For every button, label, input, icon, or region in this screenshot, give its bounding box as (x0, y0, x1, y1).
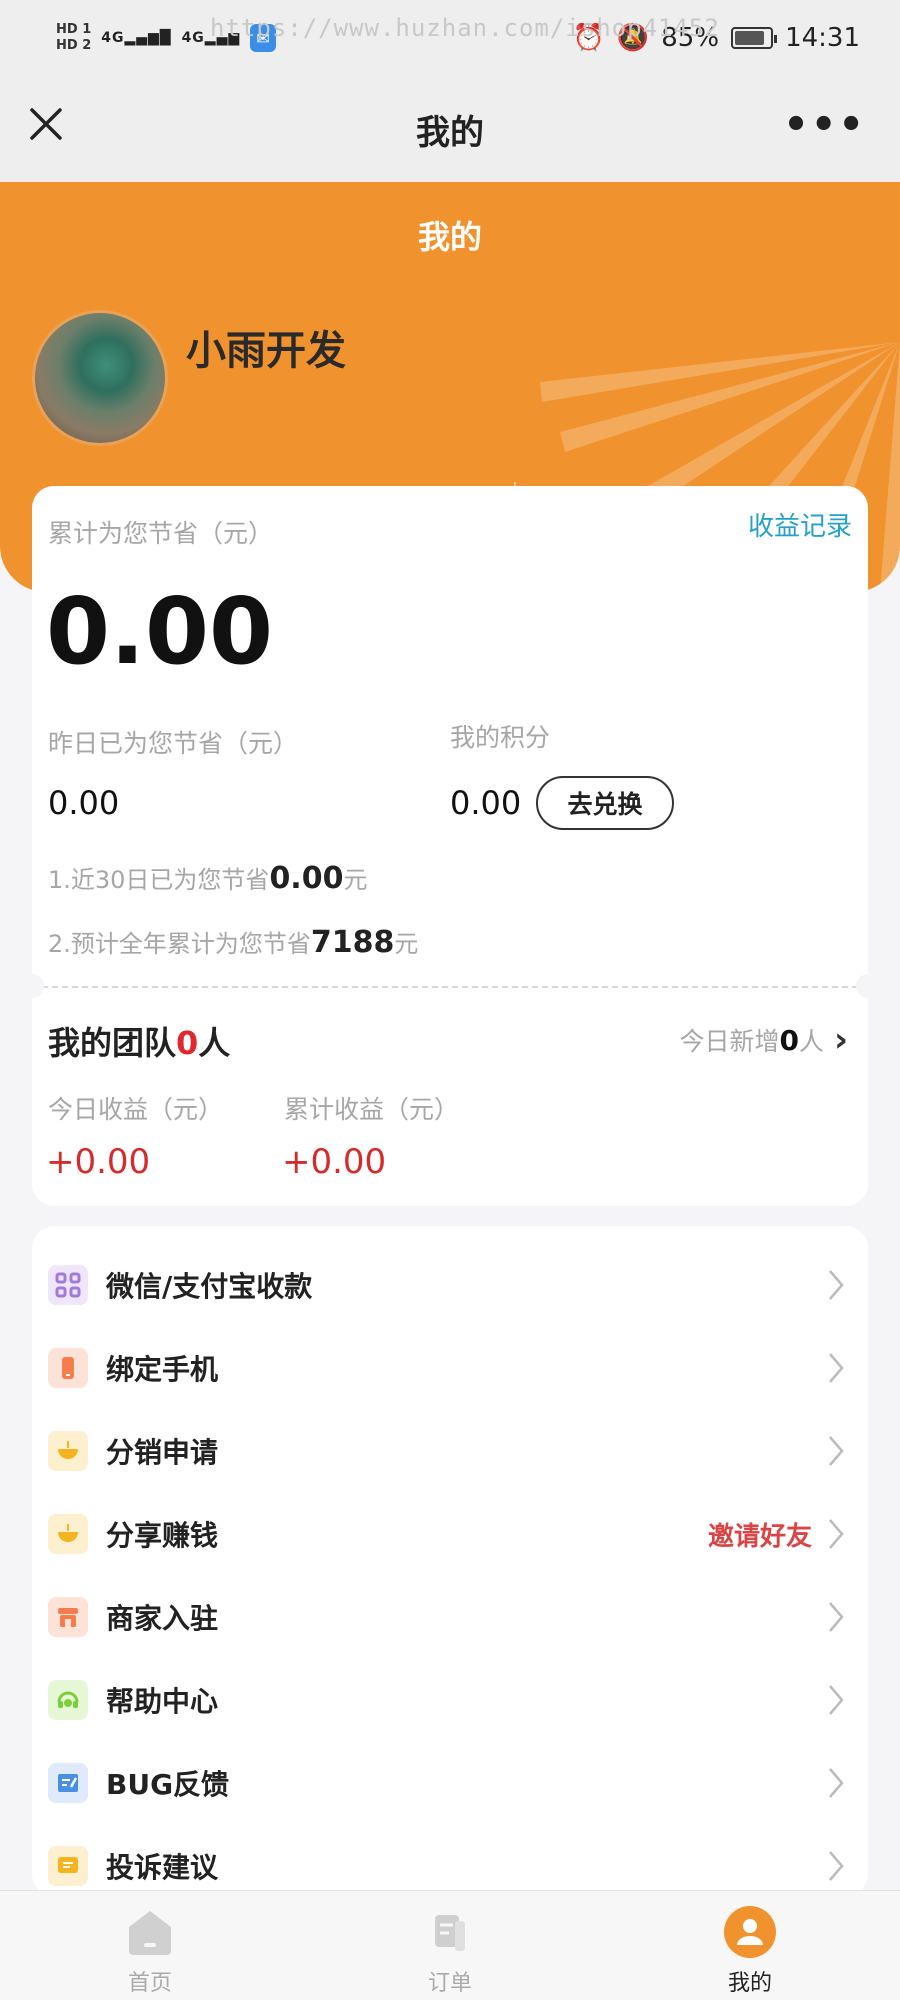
shop-icon (48, 1597, 88, 1637)
menu-item-distribution-apply[interactable]: 分销申请 (32, 1410, 868, 1492)
card-notch-left (20, 974, 44, 998)
clock: 14:31 (785, 23, 860, 53)
page-header: 我的 ••• (0, 76, 900, 182)
chevron-right-icon: › (833, 1020, 848, 1060)
orders-icon (435, 1915, 465, 1951)
hd1-indicator: HD 1 (56, 22, 92, 37)
tab-orders[interactable]: 订单 (350, 1891, 550, 2000)
tab-label: 首页 (127, 1971, 172, 1996)
username: 小雨开发 (186, 328, 346, 374)
new-today-link[interactable]: 今日新增0人 › (679, 1020, 848, 1060)
hd-indicators: HD 1 HD 2 (56, 22, 91, 54)
menu-label: BUG反馈 (106, 1768, 230, 1801)
today-income-label: 今日收益（元） (48, 1095, 224, 1124)
points-value: 0.00 (450, 784, 522, 822)
more-options-icon[interactable]: ••• (783, 102, 866, 148)
tab-label: 订单 (427, 1971, 472, 1996)
menu-item-bug-feedback[interactable]: BUG反馈 (32, 1742, 868, 1824)
hd2-indicator: HD 2 (56, 38, 92, 53)
close-icon[interactable] (26, 104, 66, 144)
user-icon (724, 1906, 776, 1958)
earnings-records-link[interactable]: 收益记录 (748, 506, 852, 543)
invite-friends-label: 邀请好友 (707, 1521, 812, 1552)
chevron-right-icon (829, 1270, 844, 1300)
savings-note-yearly: 2.预计全年累计为您节省7188元 (48, 925, 419, 960)
card-divider (32, 986, 868, 988)
bottom-tab-bar: 首页 订单 我的 (0, 1890, 900, 2000)
chevron-right-icon (829, 1768, 844, 1798)
points-label: 我的积分 (450, 723, 551, 752)
edit-icon (48, 1763, 88, 1803)
menu-label: 微信/支付宝收款 (106, 1270, 313, 1303)
my-team-title: 我的团队0人 (48, 1024, 231, 1062)
status-bar: HD 1 HD 2 4G▂▄▆█ 4G▂▄▆ ✉ https://www.huz… (0, 0, 900, 76)
menu-item-payment-collection[interactable]: 微信/支付宝收款 (32, 1244, 868, 1326)
team-count: 0 (176, 1024, 199, 1062)
menu-label: 帮助中心 (106, 1685, 219, 1718)
menu-item-share-earn[interactable]: 分享赚钱 邀请好友 (32, 1493, 868, 1575)
tab-mine[interactable]: 我的 (650, 1891, 850, 2000)
total-income-value: +0.00 (282, 1142, 387, 1182)
tab-home[interactable]: 首页 (50, 1891, 250, 2000)
savings-card: 累计为您节省（元） 收益记录 0.00 昨日已为您节省（元） 0.00 我的积分… (20, 486, 880, 1206)
chevron-right-icon (829, 1436, 844, 1466)
tab-label: 我的 (727, 1971, 772, 1996)
bowl-icon (48, 1514, 88, 1554)
page-title: 我的 (416, 112, 484, 153)
battery-icon (731, 27, 778, 49)
chevron-right-icon (829, 1851, 844, 1881)
savings-note-30-days: 1.近30日已为您节省0.00元 (48, 861, 368, 896)
yesterday-savings-value: 0.00 (48, 784, 120, 822)
menu-item-merchant-join[interactable]: 商家入驻 (32, 1576, 868, 1658)
menu-label: 分销申请 (106, 1436, 219, 1469)
total-income-label: 累计收益（元） (284, 1095, 460, 1124)
total-savings-value: 0.00 (46, 578, 273, 685)
signal-1-icon: 4G▂▄▆█ (101, 30, 172, 46)
chevron-right-icon (829, 1602, 844, 1632)
menu-label: 投诉建议 (106, 1851, 219, 1884)
menu-label: 绑定手机 (106, 1353, 219, 1386)
qr-code-icon (48, 1265, 88, 1305)
chevron-right-icon (829, 1519, 844, 1549)
home-icon (129, 1911, 171, 1955)
yesterday-savings-label: 昨日已为您节省（元） (48, 729, 299, 758)
menu-item-help-center[interactable]: 帮助中心 (32, 1659, 868, 1741)
message-icon (48, 1846, 88, 1886)
avatar[interactable] (32, 310, 168, 446)
phone-icon (48, 1348, 88, 1388)
chevron-right-icon (829, 1685, 844, 1715)
menu-item-bind-phone[interactable]: 绑定手机 (32, 1327, 868, 1409)
menu-card: 微信/支付宝收款 绑定手机 分销申请 分享赚钱 邀请好友 商家入驻 帮助中心 B… (32, 1226, 868, 1896)
menu-label: 分享赚钱 (106, 1519, 219, 1552)
banner-title: 我的 (417, 218, 482, 256)
total-savings-label: 累计为您节省（元） (48, 519, 274, 548)
card-notch-right (856, 974, 880, 998)
exchange-button[interactable]: 去兑换 (536, 776, 674, 830)
menu-label: 商家入驻 (106, 1602, 219, 1635)
chevron-right-icon (829, 1353, 844, 1383)
headset-icon (48, 1680, 88, 1720)
bowl-icon (48, 1431, 88, 1471)
url-watermark: https://www.huzhan.com/ishop41452 (210, 14, 720, 42)
today-income-value: +0.00 (46, 1142, 151, 1182)
